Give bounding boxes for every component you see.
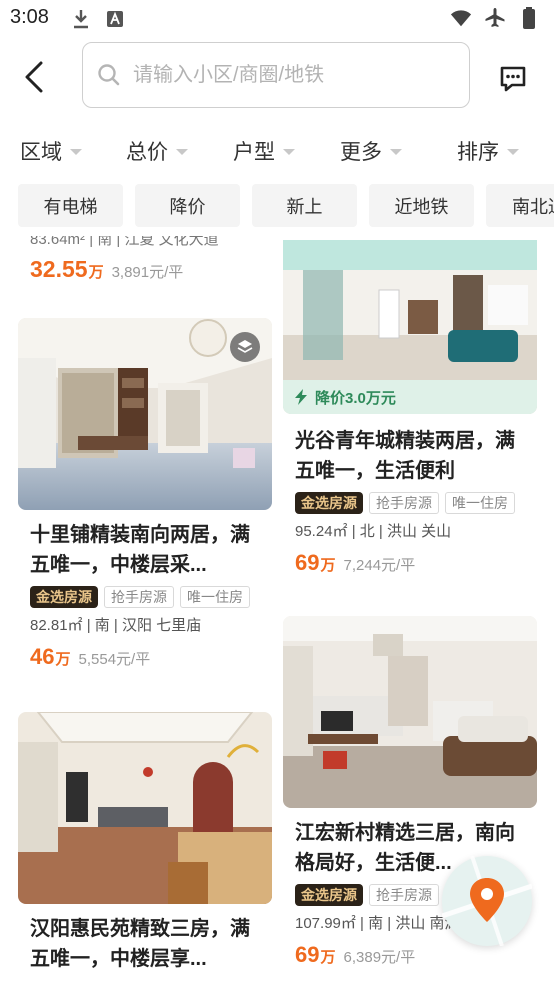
tag-near-metro[interactable]: 近地铁 [369,184,474,227]
back-button[interactable] [18,58,50,96]
listing-card[interactable]: 十里铺精装南向两居，满五唯一，中楼层采... 金选房源 抢手房源 唯一住房 82… [18,318,272,670]
tag-elevator[interactable]: 有电梯 [18,184,123,227]
hot-badge: 抢手房源 [369,884,439,906]
hot-badge: 抢手房源 [104,586,174,608]
unit-price: 5,554元/平 [78,651,151,668]
only-home-badge: 唯一住房 [445,492,515,514]
map-button[interactable] [442,856,532,946]
listing-card[interactable]: 降价3.0万元 光谷青年城精装两居，满五唯一，生活便利 金选房源 抢手房源 唯一… [283,240,537,576]
listing-card[interactable]: 83.64m² | 南 | 江夏 文化大道 32.55 万 3,891元/平 [18,236,272,283]
caret-down-icon [283,149,295,155]
airplane-mode-icon [484,7,506,29]
caret-down-icon [390,149,402,155]
tag-price-drop[interactable]: 降价 [135,184,240,227]
unit-price: 3,891元/平 [111,264,184,281]
gold-badge: 金选房源 [295,884,363,906]
filter-more[interactable]: 更多 [340,136,402,166]
quick-tags: 有电梯 降价 新上 近地铁 南北通 [0,184,554,228]
map-pin-icon [442,856,532,946]
gold-badge: 金选房源 [295,492,363,514]
app-notification-icon [104,8,126,30]
price-unit: 万 [320,557,336,574]
listing-photo [18,318,272,510]
filter-label: 更多 [340,141,382,164]
listing-photo: 降价3.0万元 [283,240,537,414]
wifi-icon [450,7,472,29]
listing-title: 十里铺精装南向两居，满五唯一，中楼层采... [30,524,250,576]
hot-badge: 抢手房源 [369,492,439,514]
filter-total-price[interactable]: 总价 [126,136,188,166]
filter-region[interactable]: 区域 [20,136,82,166]
download-icon [70,8,92,30]
caret-down-icon [507,149,519,155]
listing-price: 69 [295,550,320,575]
only-home-badge: 唯一住房 [180,586,250,608]
chat-icon [500,66,526,92]
search-icon [97,62,123,88]
listing-photo [283,616,537,808]
filter-label: 总价 [126,141,168,164]
tag-new[interactable]: 新上 [252,184,357,227]
battery-icon [518,7,540,29]
filter-sort[interactable]: 排序 [457,136,519,166]
price-unit: 万 [55,651,71,668]
listing-title: 光谷青年城精装两居，满五唯一，生活便利 [295,430,515,482]
filter-label: 排序 [457,141,499,164]
price-drop-bar: 降价3.0万元 [283,380,537,414]
listing-card[interactable]: 汉阳惠民苑精致三房，满五唯一，中楼层享... [18,712,272,974]
status-time: 3:08 [10,6,49,28]
listing-meta: 95.24㎡ | 北 | 洪山 关山 [295,523,452,540]
search-box[interactable] [82,42,470,108]
search-input[interactable] [133,63,433,87]
price-drop-label: 降价3.0万元 [315,389,396,407]
gold-badge: 金选房源 [30,586,98,608]
listing-photo [18,712,272,904]
filter-label: 区域 [20,141,62,164]
lightning-icon [295,389,307,405]
listing-price: 46 [30,644,55,669]
listing-price: 32.55 [30,256,88,282]
status-bar: 3:08 [0,0,554,36]
listing-meta: 83.64m² | 南 | 江夏 文化大道 [30,236,219,248]
listing-price: 69 [295,942,320,967]
caret-down-icon [70,149,82,155]
unit-price: 6,389元/平 [343,949,416,966]
unit-price: 7,244元/平 [343,557,416,574]
filter-label: 户型 [233,141,275,164]
filter-layout[interactable]: 户型 [233,136,295,166]
listing-meta: 82.81㎡ | 南 | 汉阳 七里庙 [30,617,202,634]
header [0,40,554,110]
listing-title: 汉阳惠民苑精致三房，满五唯一，中楼层享... [30,918,250,970]
tag-north-south[interactable]: 南北通 [486,184,554,227]
filter-bar: 区域 总价 户型 更多 排序 [0,128,554,172]
price-unit: 万 [320,949,336,966]
caret-down-icon [176,149,188,155]
chevron-left-icon [25,61,43,93]
message-button[interactable] [494,60,532,98]
vr-view-icon[interactable] [230,332,260,362]
price-unit: 万 [88,264,104,281]
